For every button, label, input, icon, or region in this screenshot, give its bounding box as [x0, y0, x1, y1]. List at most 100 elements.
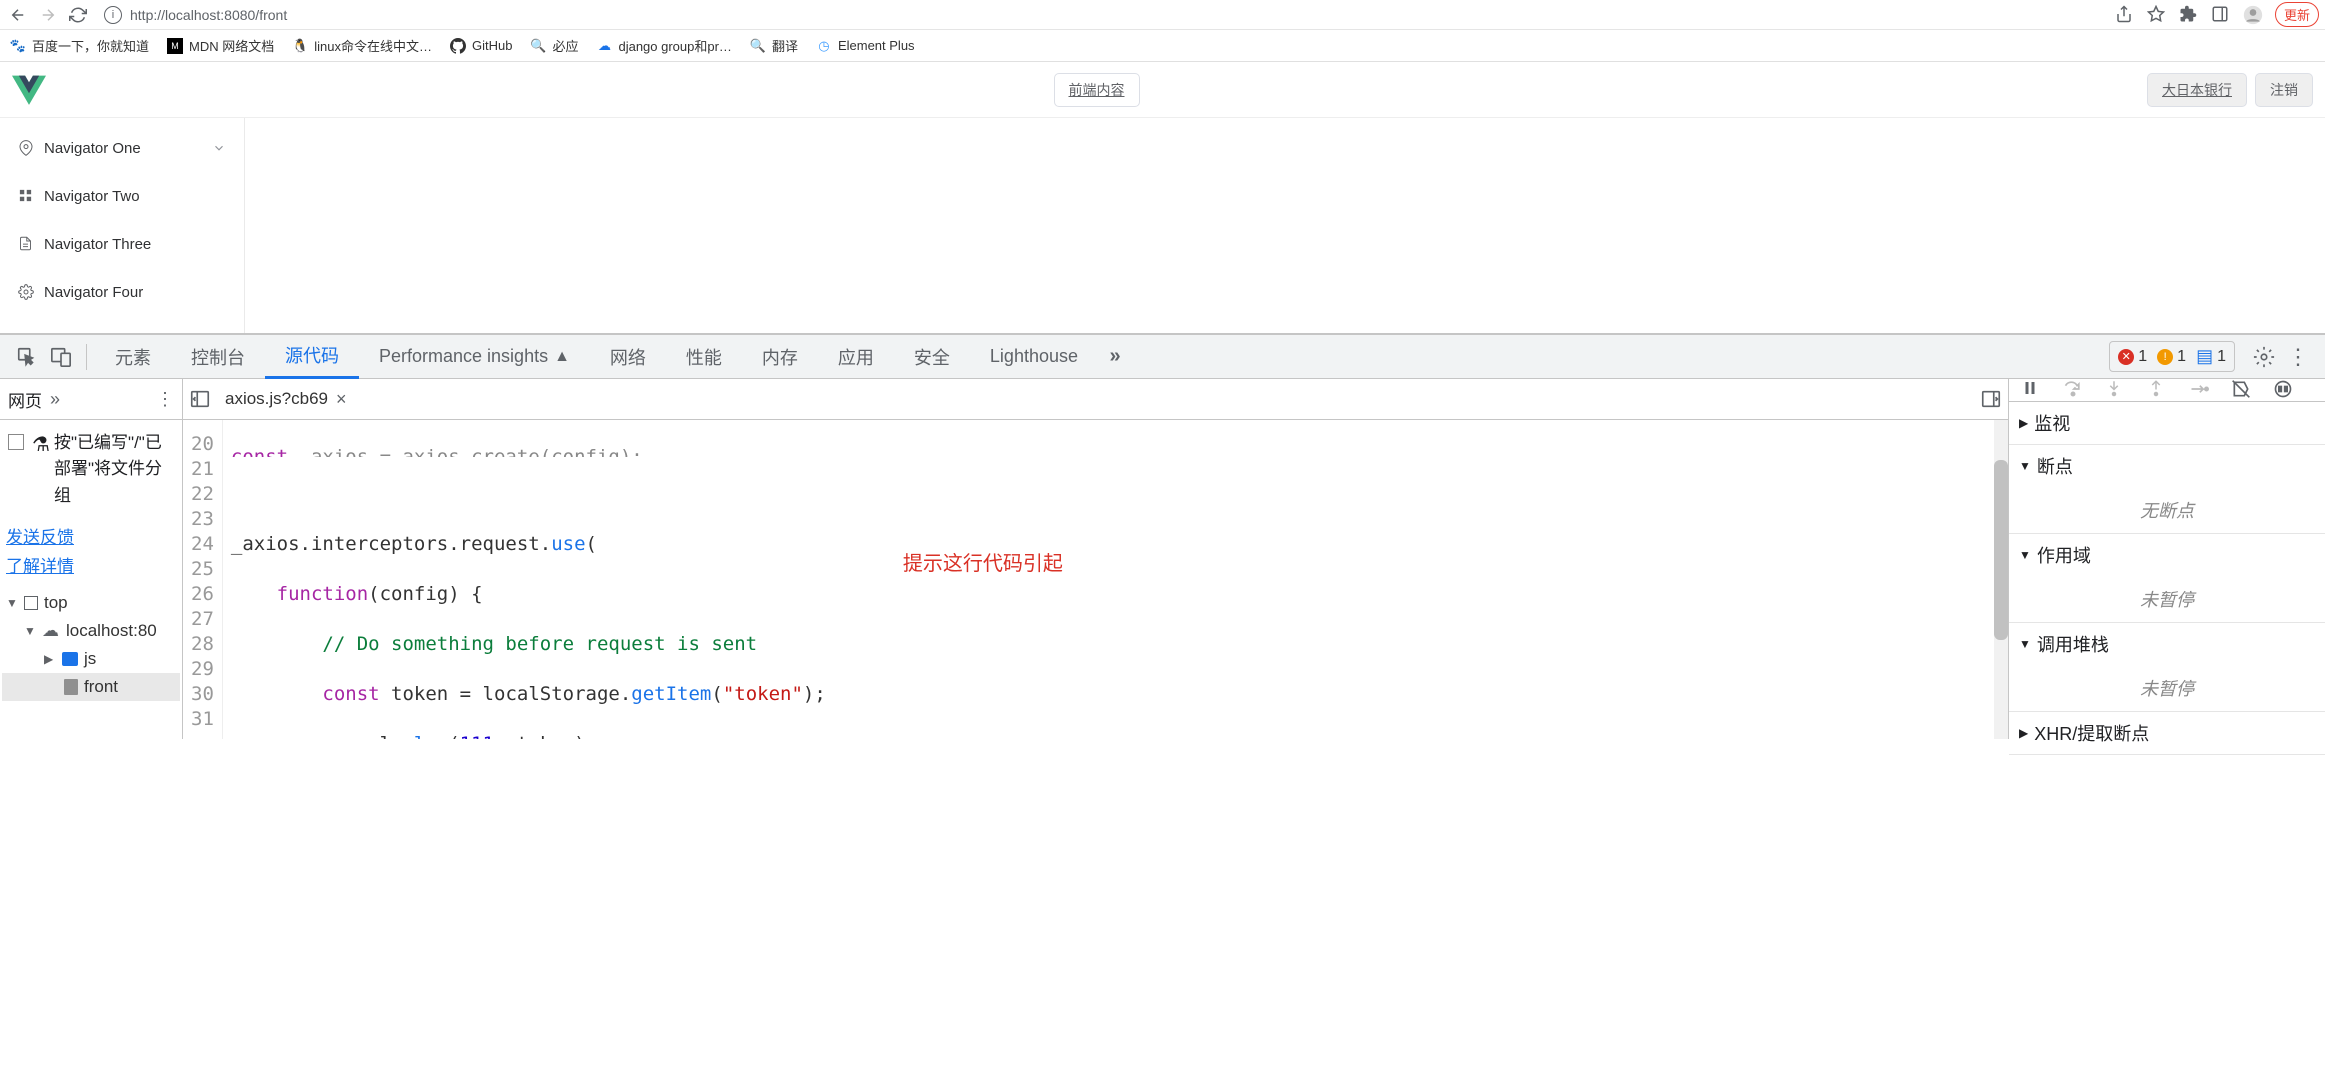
- user-annotation: 提示这行代码引起: [903, 552, 1063, 577]
- error-icon: ✕: [2118, 349, 2134, 365]
- nav-item-four[interactable]: Navigator Four: [0, 268, 244, 316]
- share-icon[interactable]: [2115, 5, 2135, 25]
- tree-file[interactable]: front: [2, 673, 180, 701]
- info-badge[interactable]: ▤1: [2196, 346, 2226, 367]
- bookmark-item[interactable]: ◷Element Plus: [816, 38, 915, 54]
- logout-button[interactable]: 注销: [2255, 73, 2313, 107]
- grid-icon: [18, 188, 34, 204]
- bank-button[interactable]: 大日本银行: [2147, 73, 2247, 107]
- chevron-down-icon: [212, 141, 226, 155]
- folder-icon: [62, 652, 78, 666]
- close-tab-icon[interactable]: ×: [336, 389, 347, 410]
- bookmark-item[interactable]: ☁django group和pr…: [596, 36, 731, 55]
- code-editor[interactable]: 202122232425262728293031 const _axios = …: [183, 420, 2008, 739]
- breakpoints-header[interactable]: ▼断点: [2009, 445, 2325, 487]
- error-badge[interactable]: ✕1: [2118, 348, 2147, 366]
- site-info-icon[interactable]: i: [104, 6, 122, 24]
- issue-badges[interactable]: ✕1 !1 ▤1: [2109, 341, 2235, 372]
- more-tabs-icon[interactable]: »: [50, 389, 60, 410]
- baidu-icon: 🐾: [10, 38, 26, 54]
- callstack-body: 未暂停: [2009, 665, 2325, 711]
- sources-navigator: 网页 » ⋮ ⚗ 按"已编写"/"已部署"将文件分组 发送反馈 了解详情 ▼to…: [0, 379, 183, 739]
- tab-elements[interactable]: 元素: [95, 335, 171, 379]
- code-content[interactable]: const _axios = axios.create(config); _ax…: [223, 420, 2008, 739]
- nav-item-two[interactable]: Navigator Two: [0, 172, 244, 220]
- inspect-element-icon[interactable]: [10, 340, 44, 374]
- file-tab-name: axios.js?cb69: [225, 389, 328, 409]
- bookmarks-bar: 🐾百度一下，你就知道 MMDN 网络文档 🐧linux命令在线中文… GitHu…: [0, 30, 2325, 62]
- tab-sources[interactable]: 源代码: [265, 335, 359, 379]
- tree-top[interactable]: ▼top: [2, 589, 180, 617]
- watch-header[interactable]: ▶监视: [2009, 402, 2325, 444]
- pause-icon[interactable]: [2021, 379, 2043, 401]
- tab-lighthouse[interactable]: Lighthouse: [970, 335, 1098, 379]
- extensions-icon[interactable]: [2179, 5, 2199, 25]
- callstack-header[interactable]: ▼调用堆栈: [2009, 623, 2325, 665]
- nav-item-three[interactable]: Navigator Three: [0, 220, 244, 268]
- tab-performance-insights[interactable]: Performance insights▲: [359, 335, 590, 379]
- back-button[interactable]: [6, 3, 30, 27]
- update-button[interactable]: 更新: [2275, 2, 2319, 27]
- sidepanel-icon[interactable]: [2211, 5, 2231, 25]
- bookmark-item[interactable]: 🔍翻译: [750, 36, 798, 55]
- scope-header[interactable]: ▼作用域: [2009, 534, 2325, 576]
- editor-scrollbar[interactable]: [1994, 420, 2008, 739]
- nav-item-one[interactable]: Navigator One: [0, 124, 244, 172]
- reload-button[interactable]: [66, 3, 90, 27]
- bookmark-item[interactable]: MMDN 网络文档: [167, 36, 274, 55]
- tab-security[interactable]: 安全: [894, 335, 970, 379]
- tree-folder[interactable]: ▶js: [2, 645, 180, 673]
- more-tabs-icon[interactable]: »: [1098, 340, 1132, 374]
- tab-network[interactable]: 网络: [590, 335, 666, 379]
- pin-icon: [18, 140, 34, 156]
- editor-wrap: axios.js?cb69 × 202122232425262728293031…: [183, 379, 2009, 739]
- bookmark-star-icon[interactable]: [2147, 5, 2167, 25]
- step-over-icon[interactable]: [2063, 379, 2085, 401]
- step-icon[interactable]: [2189, 379, 2211, 401]
- xhr-section: ▶XHR/提取断点: [2009, 712, 2325, 755]
- page-tab[interactable]: 网页: [8, 387, 42, 412]
- pause-exceptions-icon[interactable]: [2273, 379, 2295, 401]
- file-tabs: axios.js?cb69 ×: [183, 379, 2008, 420]
- file-icon: [64, 679, 78, 695]
- callstack-section: ▼调用堆栈 未暂停: [2009, 623, 2325, 712]
- file-tab[interactable]: axios.js?cb69 ×: [211, 379, 361, 420]
- line-gutter: 202122232425262728293031: [183, 420, 223, 739]
- toggle-navigator-icon[interactable]: [189, 388, 211, 410]
- scope-section: ▼作用域 未暂停: [2009, 534, 2325, 623]
- learn-more-link[interactable]: 了解详情: [6, 552, 176, 577]
- grouping-checkbox[interactable]: [8, 434, 24, 450]
- navigator-menu-icon[interactable]: ⋮: [156, 389, 174, 410]
- bookmark-item[interactable]: 🐧linux命令在线中文…: [292, 36, 432, 55]
- element-icon: ◷: [816, 38, 832, 54]
- step-out-icon[interactable]: [2147, 379, 2169, 401]
- send-feedback-link[interactable]: 发送反馈: [6, 523, 176, 548]
- bookmark-item[interactable]: 🐾百度一下，你就知道: [10, 36, 149, 55]
- frontend-content-button[interactable]: 前端内容: [1054, 73, 1140, 107]
- settings-icon[interactable]: [2247, 340, 2281, 374]
- info-icon: ▤: [2196, 346, 2213, 367]
- more-options-icon[interactable]: ⋮: [2281, 340, 2315, 374]
- xhr-header[interactable]: ▶XHR/提取断点: [2009, 712, 2325, 754]
- step-into-icon[interactable]: [2105, 379, 2127, 401]
- doc-icon: [18, 236, 34, 252]
- side-nav: Navigator One Navigator Two Navigator Th…: [0, 118, 245, 333]
- tab-performance[interactable]: 性能: [666, 335, 742, 379]
- url-bar[interactable]: i: [96, 2, 2109, 28]
- navigator-tabs: 网页 » ⋮: [0, 379, 182, 420]
- tab-memory[interactable]: 内存: [742, 335, 818, 379]
- device-toggle-icon[interactable]: [44, 340, 78, 374]
- tab-console[interactable]: 控制台: [171, 335, 265, 379]
- warning-badge[interactable]: !1: [2157, 348, 2186, 366]
- tree-host[interactable]: ▼☁localhost:80: [2, 617, 180, 645]
- bookmark-item[interactable]: GitHub: [450, 38, 512, 54]
- profile-avatar-icon[interactable]: [2243, 5, 2263, 25]
- toggle-debugger-icon[interactable]: [1980, 388, 2002, 410]
- beaker-icon: ▲: [554, 348, 570, 366]
- deactivate-breakpoints-icon[interactable]: [2231, 379, 2253, 401]
- tab-application[interactable]: 应用: [818, 335, 894, 379]
- forward-button[interactable]: [36, 3, 60, 27]
- bookmark-item[interactable]: 🔍必应: [530, 36, 578, 55]
- watch-section: ▶监视: [2009, 402, 2325, 445]
- url-input[interactable]: [130, 7, 2101, 23]
